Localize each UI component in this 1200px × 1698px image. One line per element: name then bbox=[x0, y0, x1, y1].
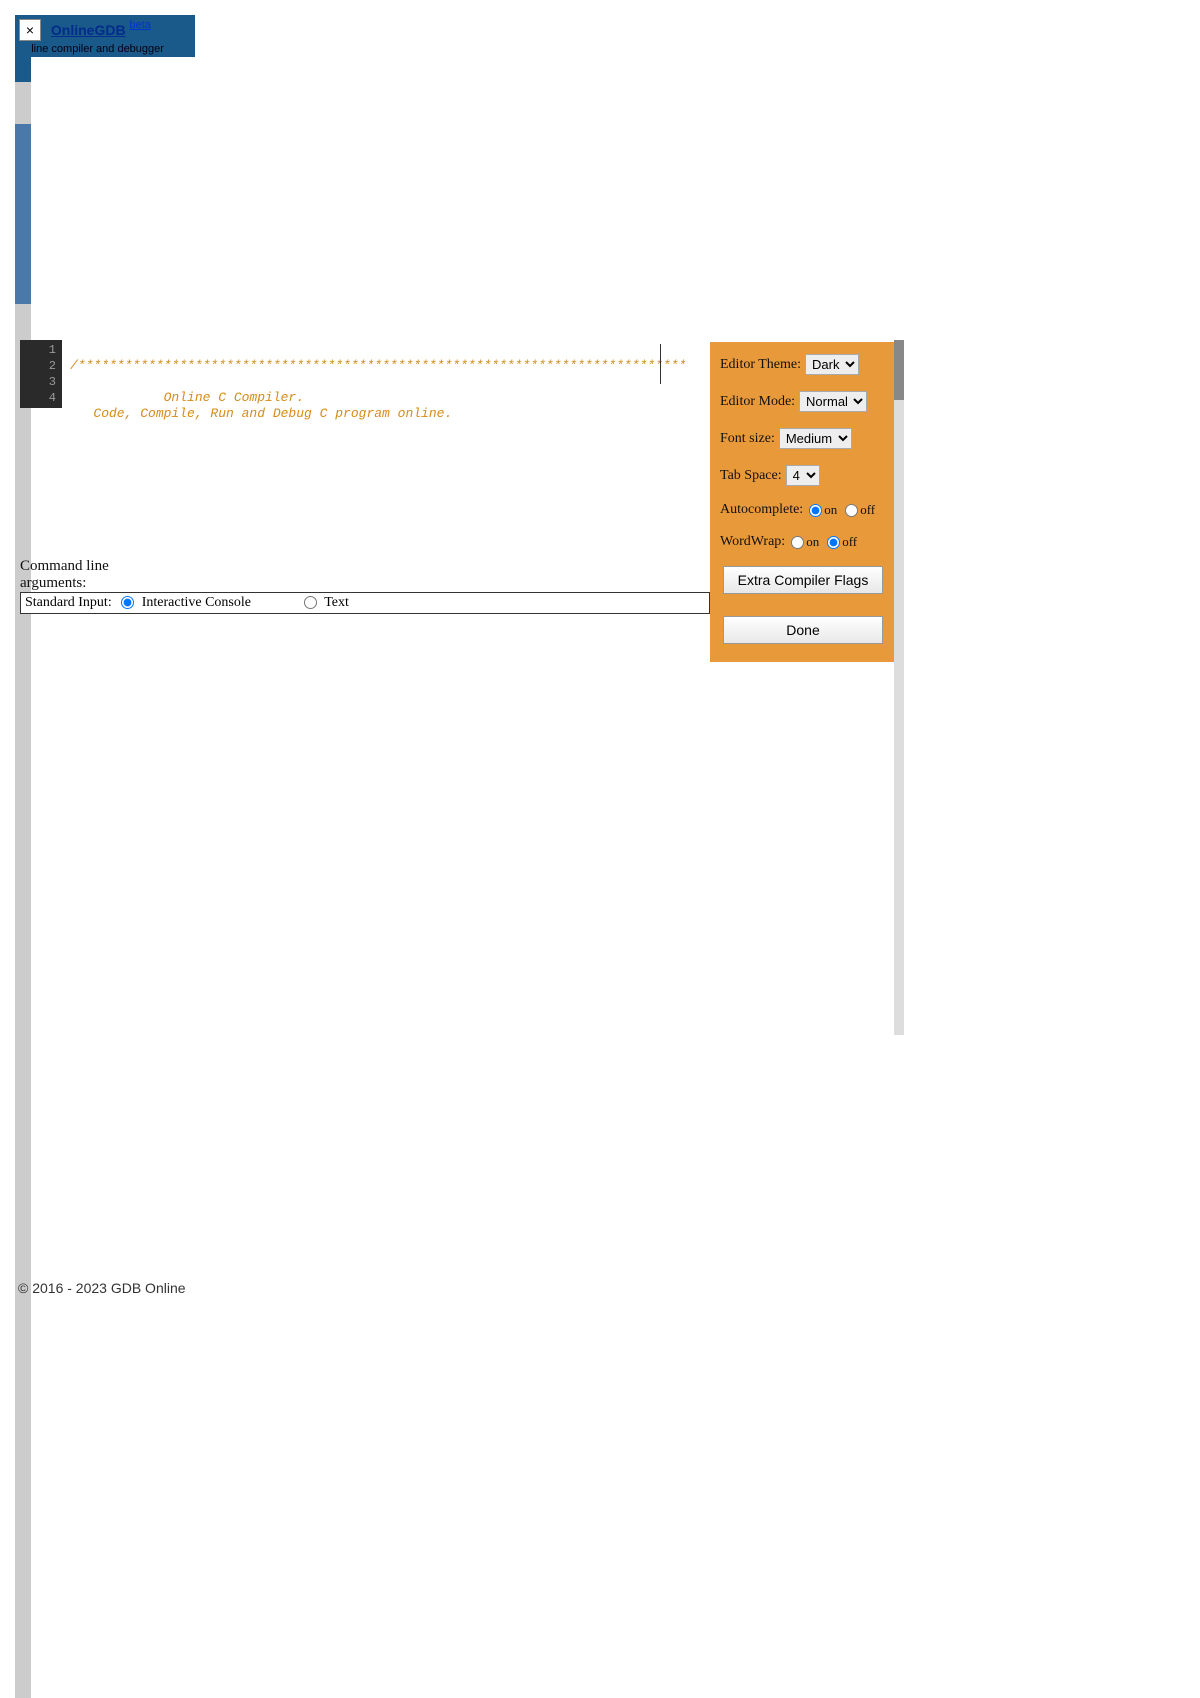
code-line: Online C Compiler. bbox=[70, 390, 304, 405]
autocomplete-off-radio[interactable] bbox=[845, 504, 858, 517]
brand-link[interactable]: OnlineGDB bbox=[51, 22, 126, 38]
stdin-text-label: Text bbox=[324, 595, 349, 610]
beta-link[interactable]: beta bbox=[129, 19, 150, 31]
line-number: 1 bbox=[20, 342, 56, 358]
tab-space-label: Tab Space: bbox=[720, 468, 782, 484]
close-icon[interactable]: × bbox=[19, 19, 41, 41]
wordwrap-on-text: on bbox=[806, 534, 819, 550]
editor-mode-label: Editor Mode: bbox=[720, 394, 795, 410]
code-line: /***************************************… bbox=[70, 358, 686, 373]
editor-mode-select[interactable]: Normal bbox=[799, 391, 867, 412]
code-editor[interactable]: 1 2 3 4 /*******************************… bbox=[20, 340, 700, 408]
tab-space-select[interactable]: 4 bbox=[786, 465, 820, 486]
autocomplete-off-text: off bbox=[860, 502, 875, 518]
stdin-interactive-radio[interactable] bbox=[121, 596, 134, 609]
line-number: 4 bbox=[20, 390, 56, 406]
cursor-icon bbox=[660, 344, 661, 384]
scrollbar-thumb[interactable] bbox=[894, 340, 904, 400]
content-scrollbar[interactable] bbox=[894, 340, 904, 1035]
wordwrap-on-radio[interactable] bbox=[791, 536, 804, 549]
standard-input-row: Standard Input: Interactive Console Text bbox=[20, 592, 710, 614]
editor-gutter: 1 2 3 4 bbox=[20, 340, 62, 408]
tagline: online compiler and debugger bbox=[19, 41, 191, 55]
line-number: 3 bbox=[20, 374, 56, 390]
wordwrap-off-radio[interactable] bbox=[827, 536, 840, 549]
left-scrollbar[interactable] bbox=[15, 46, 31, 1698]
autocomplete-on-radio[interactable] bbox=[809, 504, 822, 517]
wordwrap-off-text: off bbox=[842, 534, 857, 550]
wordwrap-label: WordWrap: bbox=[720, 534, 785, 550]
editor-settings-panel: Editor Theme: Dark Editor Mode: Normal F… bbox=[710, 342, 896, 662]
stdin-label: Standard Input: bbox=[25, 595, 112, 610]
done-button[interactable]: Done bbox=[723, 616, 883, 644]
footer-copyright: © 2016 - 2023 GDB Online bbox=[18, 1280, 186, 1296]
stdin-text-radio[interactable] bbox=[304, 596, 317, 609]
line-number: 2 bbox=[20, 358, 56, 374]
header-bar: × OnlineGDB beta online compiler and deb… bbox=[15, 15, 195, 57]
code-content: /***************************************… bbox=[70, 342, 686, 454]
code-line: Code, Compile, Run and Debug C program o… bbox=[70, 406, 452, 421]
editor-theme-label: Editor Theme: bbox=[720, 357, 801, 373]
code-line bbox=[70, 374, 78, 389]
extra-compiler-flags-button[interactable]: Extra Compiler Flags bbox=[723, 566, 883, 594]
command-line-label: Command line arguments: bbox=[20, 558, 109, 592]
font-size-select[interactable]: Medium bbox=[779, 428, 852, 449]
font-size-label: Font size: bbox=[720, 431, 775, 447]
editor-theme-select[interactable]: Dark bbox=[805, 354, 859, 375]
autocomplete-label: Autocomplete: bbox=[720, 502, 803, 518]
autocomplete-on-text: on bbox=[824, 502, 837, 518]
stdin-interactive-label: Interactive Console bbox=[142, 595, 251, 610]
